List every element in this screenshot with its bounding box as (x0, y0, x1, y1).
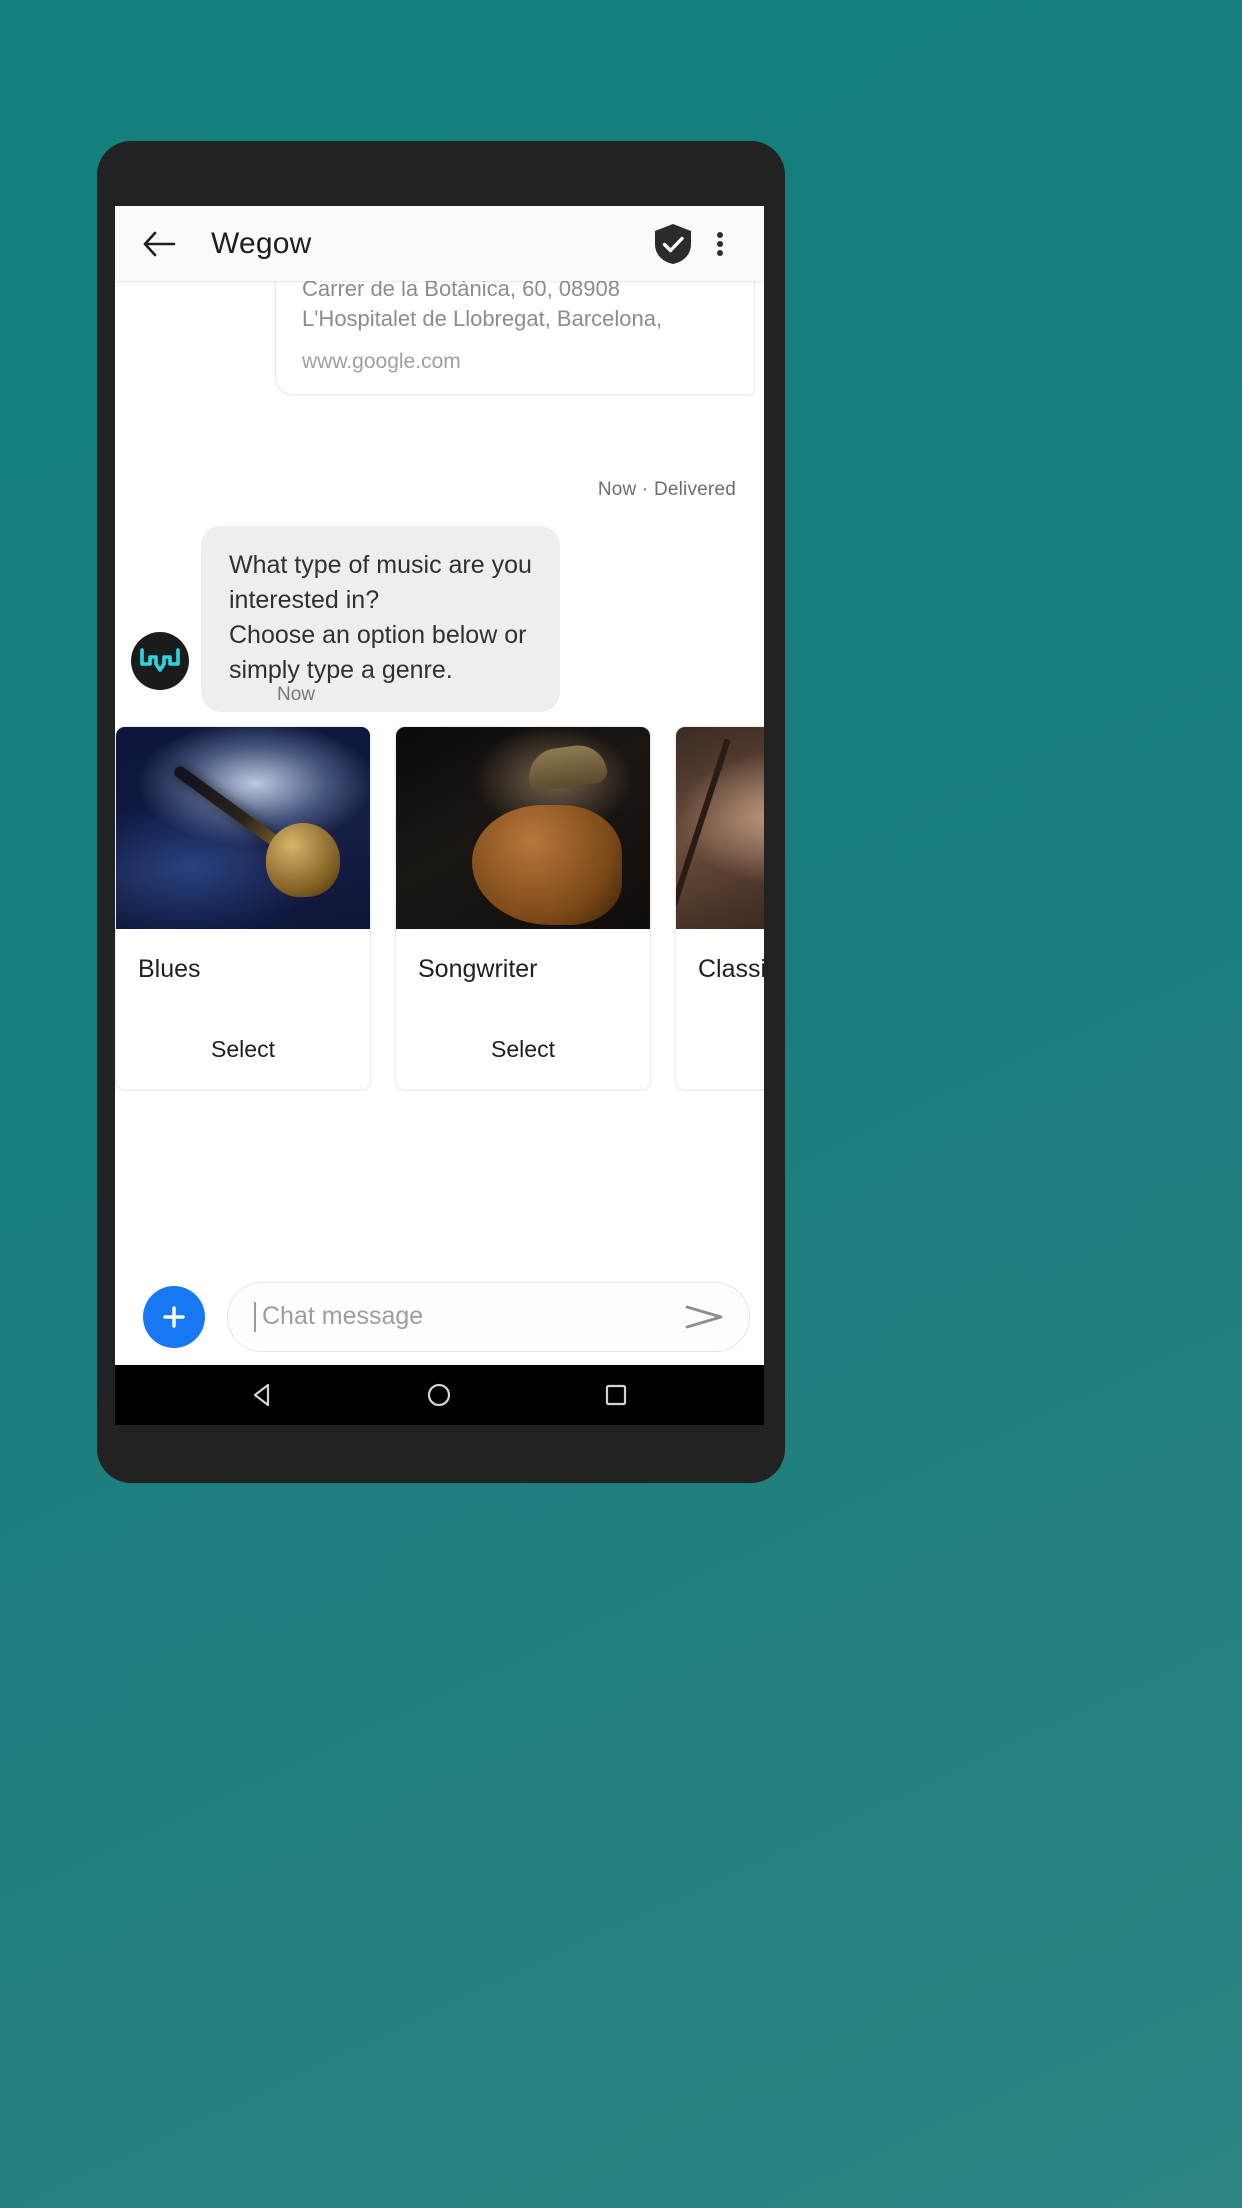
saxophone-player-photo (116, 727, 370, 929)
bot-message-timestamp: Now (277, 684, 316, 705)
genre-card-classical[interactable]: Classical Select (675, 726, 764, 1090)
phone-device-frame: Wegow Carrer de la Botànica, 60, 08908 L… (97, 141, 785, 1483)
verified-badge-button[interactable] (646, 217, 700, 271)
genre-card-title: Classical (698, 955, 764, 983)
android-navigation-bar (115, 1365, 764, 1425)
message-composer: Chat message (115, 1268, 764, 1365)
select-button[interactable]: Select (676, 1022, 764, 1089)
bot-message-bubble: What type of music are you interested in… (201, 526, 560, 712)
bot-message-line: interested in? (229, 586, 380, 614)
app-bar: Wegow (115, 206, 764, 281)
wegow-w-logo-icon (140, 648, 180, 672)
genre-card-songwriter[interactable]: Songwriter Select (395, 726, 651, 1090)
add-plus-icon (163, 1305, 185, 1328)
select-button[interactable]: Select (396, 1022, 650, 1089)
android-recents-button[interactable] (601, 1380, 631, 1410)
genre-card-spacer (676, 984, 764, 1022)
overflow-dot (717, 240, 723, 247)
genre-card-image (396, 727, 650, 929)
chat-input-field[interactable]: Chat message (227, 1281, 750, 1352)
violin-player-photo (676, 727, 764, 929)
verified-shield-icon (655, 223, 691, 264)
android-home-circle-icon (428, 1383, 451, 1407)
genre-card-image (676, 727, 764, 929)
add-attachment-button[interactable] (143, 1285, 205, 1348)
genre-card-title: Songwriter (418, 955, 538, 983)
overflow-dot (717, 231, 723, 238)
genre-card-spacer (116, 984, 370, 1022)
message-delivery-status: Now · Delivered (597, 479, 736, 500)
overflow-dot (717, 249, 723, 256)
select-button[interactable]: Select (116, 1022, 370, 1089)
overflow-menu-button[interactable] (700, 217, 740, 271)
android-back-button[interactable] (248, 1380, 278, 1410)
overflow-menu-icon (717, 229, 723, 259)
genre-card-carousel[interactable]: Blues Select Songwriter Select Class (115, 726, 764, 1090)
android-back-triangle-icon (254, 1383, 270, 1407)
chat-input-placeholder: Chat message (262, 1302, 424, 1330)
address-link-card[interactable]: Carrer de la Botànica, 60, 08908 L'Hospi… (275, 281, 755, 395)
bot-message-line: What type of music are you (229, 551, 532, 579)
text-cursor (254, 1301, 256, 1332)
send-paper-plane-icon (685, 1305, 723, 1328)
acoustic-guitarist-photo (396, 727, 650, 929)
genre-card-spacer (396, 984, 650, 1022)
arrow-back-icon (143, 231, 176, 256)
page-title: Wegow (211, 226, 312, 260)
genre-card-title: Blues (138, 955, 201, 983)
genre-card-image (116, 727, 370, 929)
genre-card-blues[interactable]: Blues Select (115, 726, 371, 1090)
conversation-scroll-area[interactable]: Carrer de la Botànica, 60, 08908 L'Hospi… (115, 281, 764, 1268)
bot-message-row: What type of music are you interested in… (115, 526, 764, 712)
address-url[interactable]: www.google.com (302, 350, 728, 374)
back-button[interactable] (133, 218, 185, 270)
phone-screen: Wegow Carrer de la Botànica, 60, 08908 L… (115, 206, 764, 1425)
address-line-2: L'Hospitalet de Llobregat, Barcelona, (302, 306, 663, 331)
bot-message-line: Choose an option below or (229, 621, 527, 649)
android-home-button[interactable] (424, 1380, 454, 1410)
avatar (131, 632, 189, 690)
bot-message-line: simply type a genre. (229, 656, 453, 684)
send-button[interactable] (683, 1301, 727, 1333)
android-recents-square-icon (605, 1384, 626, 1406)
address-line-1: Carrer de la Botànica, 60, 08908 (302, 281, 620, 301)
